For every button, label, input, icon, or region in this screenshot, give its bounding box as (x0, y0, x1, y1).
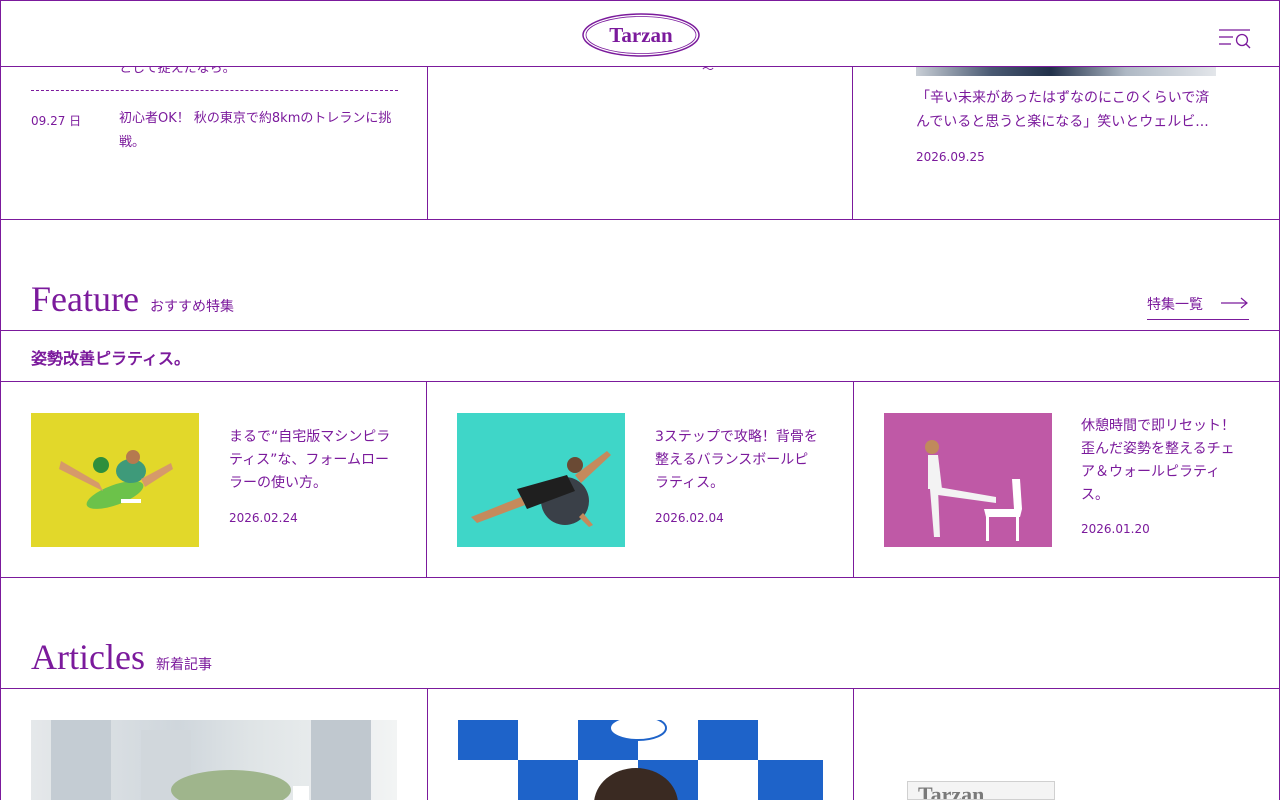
news-separator (31, 90, 398, 91)
divider (427, 688, 428, 800)
card-title-line: ラティス。 (655, 475, 725, 491)
divider (0, 330, 1280, 331)
article-title-line: んでいると思うと楽になる」笑いとウェルビ... (916, 114, 1209, 130)
news-title-line: 戦。 (119, 135, 146, 150)
article-thumbnail[interactable] (458, 720, 823, 800)
svg-text:Tarzan: Tarzan (609, 23, 673, 47)
news-title-line: 初心者OK！ 秋の東京で約8kmのトレランに挑 (119, 111, 392, 126)
card-title-line: まるで“自宅版マシンピラ (229, 429, 391, 445)
news-item-title[interactable]: 初心者OK！ 秋の東京で約8kmのトレランに挑 戦。 (119, 107, 399, 155)
article-title[interactable]: 「辛い未来があったはずなのにこのくらいで済 んでいると思うと楽になる」笑いとウェ… (916, 86, 1216, 134)
site-header: Tarzan (0, 0, 1280, 67)
divider (852, 66, 853, 219)
feature-card-title: まるで“自宅版マシンピラ ティス”な、フォームロー ラーの使い方。 (229, 426, 399, 495)
news-item-date: 09.27 日 (31, 114, 82, 128)
divider (0, 577, 1280, 578)
magazine-cover-thumbnail[interactable]: Tarzan (907, 781, 1055, 800)
card-title-line: 3ステップで攻略！背骨を (655, 429, 818, 445)
pilates-chair-illustration (925, 440, 1022, 541)
card-title-line: ス。 (1081, 487, 1109, 503)
feature-card-title: 休憩時間で即リセット！ 歪んだ姿勢を整えるチェ ア＆ウォールピラティ ス。 (1081, 415, 1251, 507)
feature-card-thumbnail (31, 413, 199, 547)
card-title-line: 整えるバランスボールピ (655, 452, 809, 468)
feature-card[interactable]: 休憩時間で即リセット！ 歪んだ姿勢を整えるチェ ア＆ウォールピラティ ス。 20… (854, 382, 1279, 577)
divider (427, 66, 428, 219)
checkered-backdrop-portrait (458, 720, 823, 800)
pilates-foam-roller-illustration (59, 450, 173, 509)
feature-topic-title[interactable]: 姿勢改善ピラティス。 (31, 345, 190, 369)
divider (0, 219, 1280, 220)
feature-list-label: 特集一覧 (1147, 297, 1203, 313)
feature-subheading: おすすめ特集 (150, 299, 234, 315)
menu-search-icon[interactable] (1217, 25, 1253, 53)
article-thumbnail[interactable] (31, 720, 397, 800)
feature-card[interactable]: まるで“自宅版マシンピラ ティス”な、フォームロー ラーの使い方。 2026.0… (0, 382, 426, 577)
feature-card-date: 2026.01.20 (1081, 522, 1150, 536)
card-title-line: ア＆ウォールピラティ (1081, 464, 1221, 480)
card-title-line: 歪んだ姿勢を整えるチェ (1081, 441, 1235, 457)
feature-card-date: 2026.02.24 (229, 511, 298, 525)
card-title-line: ティス”な、フォームロー (229, 452, 389, 468)
city-building-image (51, 720, 371, 800)
articles-heading: Articles (31, 637, 145, 677)
feature-card[interactable]: 3ステップで攻略！背骨を 整えるバランスボールピ ラティス。 2026.02.0… (427, 382, 853, 577)
feature-card-title: 3ステップで攻略！背骨を 整えるバランスボールピ ラティス。 (655, 426, 825, 495)
pilates-balance-ball-illustration (471, 451, 611, 527)
article-date: 2026.09.25 (916, 150, 985, 164)
feature-card-date: 2026.02.04 (655, 511, 724, 525)
divider (853, 688, 854, 800)
article-title-line: 「辛い未来があったはずなのにこのくらいで済 (916, 90, 1210, 106)
long-arrow-right-icon (1221, 297, 1248, 309)
feature-list-link[interactable]: 特集一覧 (1147, 294, 1249, 320)
magazine-cover-logo: Tarzan (918, 782, 985, 800)
card-title-line: ラーの使い方。 (229, 475, 327, 491)
feature-heading: Feature (31, 279, 139, 319)
articles-subheading: 新着記事 (156, 657, 212, 673)
feature-card-thumbnail (457, 413, 625, 547)
article-thumbnail[interactable] (916, 66, 1216, 76)
tarzan-logo[interactable]: Tarzan (581, 12, 701, 58)
divider (0, 688, 1280, 689)
feature-card-thumbnail (884, 413, 1052, 547)
card-title-line: 休憩時間で即リセット！ (1081, 418, 1235, 434)
